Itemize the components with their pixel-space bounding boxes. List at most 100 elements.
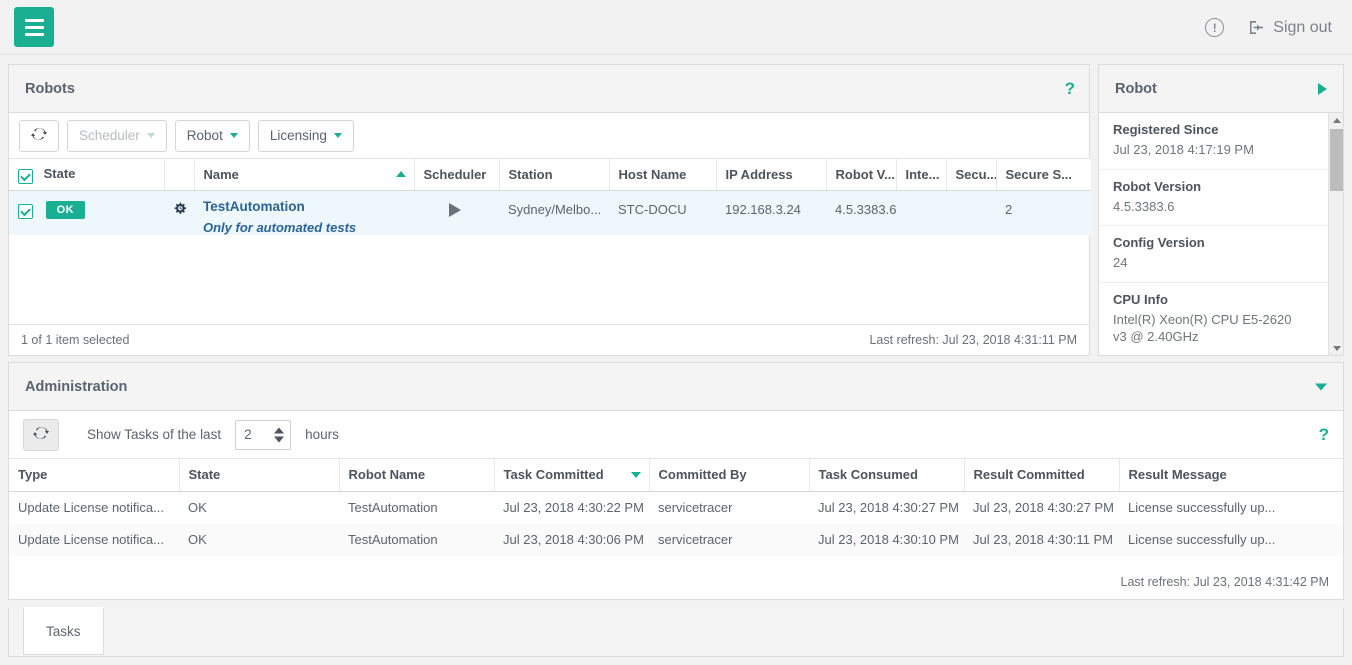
column-header-task-committed[interactable]: Task Committed xyxy=(494,459,650,492)
row-checkbox[interactable] xyxy=(18,204,33,219)
column-header-state[interactable]: State xyxy=(179,459,340,492)
cell-committed-by: servicetracer xyxy=(658,531,733,547)
cell-name[interactable]: TestAutomation Only for automated tests xyxy=(194,190,414,235)
column-header-robot-version[interactable]: Robot V... xyxy=(826,159,897,191)
expand-panel-icon[interactable] xyxy=(1318,82,1327,95)
cell-robot-name: TestAutomation xyxy=(348,531,438,547)
column-header-station[interactable]: Station xyxy=(499,159,610,191)
hamburger-bar xyxy=(24,25,44,29)
hamburger-menu-icon[interactable] xyxy=(14,7,54,47)
top-bar: ! Sign out xyxy=(0,0,1352,55)
robot-dropdown-button[interactable]: Robot xyxy=(174,119,250,152)
column-header-icon[interactable] xyxy=(164,159,195,191)
column-label: Station xyxy=(508,166,553,182)
gear-icon[interactable] xyxy=(173,202,187,219)
hours-input[interactable] xyxy=(236,426,271,443)
detail-label: Registered Since xyxy=(1113,122,1219,137)
column-header-committed-by[interactable]: Committed By xyxy=(649,459,810,492)
select-all-checkbox[interactable] xyxy=(18,169,33,184)
refresh-icon xyxy=(31,126,47,145)
stepper-arrows[interactable] xyxy=(274,427,285,442)
info-circle-icon[interactable]: ! xyxy=(1205,18,1225,37)
column-header-name[interactable]: Name xyxy=(194,159,415,191)
help-icon[interactable]: ? xyxy=(1065,79,1075,99)
column-label: Committed By xyxy=(658,467,747,483)
cell-result-message: License successfully up... xyxy=(1128,499,1276,515)
help-icon[interactable]: ? xyxy=(1319,425,1329,445)
column-header-secure-s[interactable]: Secure S... xyxy=(996,159,1091,191)
detail-item-registered-since: Registered Since Jul 23, 2018 4:17:19 PM xyxy=(1099,113,1343,170)
robot-dropdown-label: Robot xyxy=(186,128,223,143)
scheduler-dropdown-button[interactable]: Scheduler xyxy=(67,119,167,152)
column-label: IP Address xyxy=(725,166,793,182)
column-header-result-committed[interactable]: Result Committed xyxy=(964,459,1120,492)
cell-scheduler[interactable] xyxy=(414,190,499,235)
column-label: Result Message xyxy=(1128,467,1227,483)
scroll-down-icon[interactable] xyxy=(1329,341,1344,355)
robots-status-bar: 1 of 1 item selected Last refresh: Jul 2… xyxy=(9,324,1089,355)
cell-ip-address: 192.168.3.24 xyxy=(725,201,801,217)
table-row[interactable]: OK TestAutomation Only for automated tes… xyxy=(9,190,1091,235)
column-label: Inte... xyxy=(905,166,940,182)
robots-table: State Name Scheduler Station Host Name I… xyxy=(9,159,1091,235)
column-header-host-name[interactable]: Host Name xyxy=(609,159,717,191)
robot-name-link[interactable]: TestAutomation xyxy=(203,199,405,214)
table-row[interactable]: Update License notifica... OK TestAutoma… xyxy=(9,491,1343,524)
refresh-button[interactable] xyxy=(19,119,59,152)
administration-refresh-button[interactable] xyxy=(23,418,59,451)
cell-result-committed: Jul 23, 2018 4:30:11 PM xyxy=(973,531,1113,547)
cell-robot-version: 4.5.3383.6 xyxy=(835,201,896,217)
cell-result-message: License successfully up... xyxy=(1128,531,1276,547)
chevron-down-icon xyxy=(229,133,238,138)
licensing-dropdown-button[interactable]: Licensing xyxy=(257,119,354,152)
cell-secure xyxy=(946,190,996,235)
stepper-up-icon[interactable] xyxy=(274,427,285,433)
column-header-task-consumed[interactable]: Task Consumed xyxy=(809,459,965,492)
detail-label: Config Version xyxy=(1113,235,1205,251)
cell-result-committed: Jul 23, 2018 4:30:27 PM xyxy=(973,499,1114,515)
play-icon[interactable] xyxy=(449,202,461,217)
column-header-scheduler[interactable]: Scheduler xyxy=(414,159,500,191)
cell-station: Sydney/Melbo... xyxy=(508,201,602,217)
column-label: Scheduler xyxy=(423,166,487,182)
last-refresh-label: Last refresh: Jul 23, 2018 4:31:11 PM xyxy=(869,333,1077,347)
detail-scrollbar[interactable] xyxy=(1328,113,1343,355)
column-header-robot-name[interactable]: Robot Name xyxy=(339,459,495,492)
cell-type: Update License notifica... xyxy=(18,499,164,515)
last-refresh-label: Last refresh: Jul 23, 2018 4:31:42 PM xyxy=(1120,575,1329,589)
detail-value: 4.5.3383.6 xyxy=(1113,198,1175,214)
detail-item-cpu-info: CPU Info Intel(R) Xeon(R) CPU E5-2620 v3… xyxy=(1099,283,1343,355)
cell-secure-s: 2 xyxy=(1005,201,1013,217)
robots-toolbar: Scheduler Robot Licensing xyxy=(9,113,1089,159)
status-badge: OK xyxy=(45,200,85,219)
sign-out-button[interactable]: Sign out xyxy=(1248,19,1332,37)
robots-panel-header: Robots ? xyxy=(9,65,1089,113)
detail-label: Robot Version xyxy=(1113,178,1202,194)
column-header-state[interactable]: State xyxy=(9,159,165,191)
column-header-ip-address[interactable]: IP Address xyxy=(716,159,827,191)
scheduler-dropdown-label: Scheduler xyxy=(79,128,140,143)
detail-label: CPU Info xyxy=(1113,291,1168,307)
scroll-up-icon[interactable] xyxy=(1329,113,1344,127)
cell-host-name: STC-DOCU xyxy=(618,201,687,217)
table-row[interactable]: Update License notifica... OK TestAutoma… xyxy=(9,523,1343,556)
column-header-integration[interactable]: Inte... xyxy=(896,159,947,191)
tab-tasks[interactable]: Tasks xyxy=(23,607,104,655)
robot-detail-header: Robot xyxy=(1099,65,1343,113)
administration-toolbar: Show Tasks of the last hours ? xyxy=(9,411,1343,459)
column-header-result-message[interactable]: Result Message xyxy=(1119,459,1343,492)
cell-task-consumed: Jul 23, 2018 4:30:27 PM xyxy=(818,499,959,515)
column-header-type[interactable]: Type xyxy=(9,459,180,492)
robot-detail-list: Registered Since Jul 23, 2018 4:17:19 PM… xyxy=(1099,113,1343,355)
licensing-dropdown-label: Licensing xyxy=(269,128,327,143)
chevron-down-icon xyxy=(333,133,342,138)
chevron-down-icon[interactable] xyxy=(1315,383,1327,390)
column-header-secure[interactable]: Secu... xyxy=(946,159,997,191)
cell-gear[interactable] xyxy=(164,190,194,235)
robot-description: Only for automated tests xyxy=(203,219,357,235)
hours-stepper[interactable] xyxy=(235,419,292,450)
detail-value: Intel(R) Xeon(R) CPU E5-2620 v3 @ 2.40GH… xyxy=(1113,311,1292,345)
stepper-down-icon[interactable] xyxy=(274,436,285,442)
column-label: State xyxy=(43,165,76,181)
scrollbar-thumb[interactable] xyxy=(1330,129,1343,191)
